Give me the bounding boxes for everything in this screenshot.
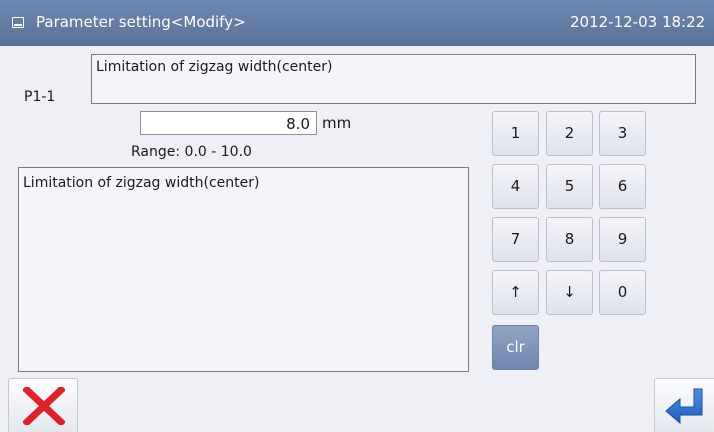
key-down-arrow[interactable]: ↓ <box>546 270 593 315</box>
unit-label: mm <box>322 114 352 132</box>
clear-button[interactable]: clr <box>492 325 539 370</box>
close-x-icon <box>23 387 65 425</box>
parameter-code: P1-1 <box>24 89 56 105</box>
key-6[interactable]: 6 <box>599 164 646 209</box>
key-up-arrow[interactable]: ↑ <box>492 270 539 315</box>
key-8[interactable]: 8 <box>546 217 593 262</box>
value-input[interactable] <box>140 111 317 135</box>
key-3[interactable]: 3 <box>599 111 646 156</box>
key-7[interactable]: 7 <box>492 217 539 262</box>
cancel-button[interactable] <box>8 378 78 432</box>
range-label: Range: 0.0 - 10.0 <box>131 144 252 160</box>
key-9[interactable]: 9 <box>599 217 646 262</box>
key-1[interactable]: 1 <box>492 111 539 156</box>
key-5[interactable]: 5 <box>546 164 593 209</box>
enter-return-icon <box>665 388 703 425</box>
app-window-icon <box>12 17 24 28</box>
key-4[interactable]: 4 <box>492 164 539 209</box>
key-0[interactable]: 0 <box>599 270 646 315</box>
key-2[interactable]: 2 <box>546 111 593 156</box>
title-bar: Parameter setting<Modify> 2012-12-03 18:… <box>0 0 714 46</box>
description-box: Limitation of zigzag width(center) <box>18 167 469 372</box>
window-title: Parameter setting<Modify> <box>36 13 246 31</box>
confirm-button[interactable] <box>654 378 714 432</box>
datetime-display: 2012-12-03 18:22 <box>570 13 706 31</box>
parameter-name-box: Limitation of zigzag width(center) <box>91 54 696 104</box>
